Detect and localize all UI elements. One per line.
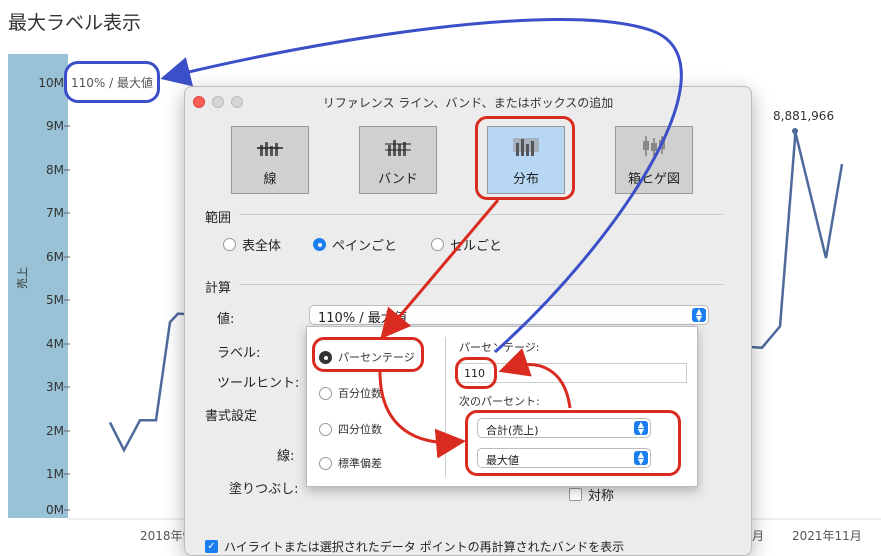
peak-point: [792, 128, 798, 134]
percentage-value-highlight-box: [455, 357, 497, 389]
type-band-button[interactable]: バンド: [359, 126, 437, 194]
of-label: 次のパーセント:: [459, 395, 540, 408]
scope-entire-table[interactable]: 表全体: [223, 235, 281, 254]
checkbox-label: 対称: [588, 489, 615, 504]
x-label: 月: [752, 529, 765, 543]
checkmark-icon: ✓: [205, 540, 218, 553]
band-type-icon: [385, 140, 411, 156]
radio-label: セルごと: [450, 239, 503, 254]
dialog-title: リファレンス ライン、バンド、またはボックスの追加: [322, 95, 614, 110]
scope-per-cell[interactable]: セルごと: [431, 235, 502, 254]
type-boxplot-button[interactable]: 箱ヒゲ図: [615, 126, 693, 194]
scope-heading: 範囲: [205, 211, 232, 226]
radio-icon: [319, 422, 332, 436]
checkbox-label: ハイライトまたは選択されたデータ ポイントの再計算されたバンドを表示: [224, 540, 625, 554]
radio-icon: [223, 238, 236, 251]
minimize-window-button[interactable]: [212, 96, 224, 108]
distribution-highlight-box: [475, 116, 575, 200]
percentage-option-highlight-box: [312, 337, 424, 372]
boxplot-type-icon: [643, 136, 665, 156]
value-label: 値:: [217, 312, 235, 327]
line-format-label: 線:: [277, 449, 295, 464]
reference-line-label: 110% / 最大値: [64, 61, 160, 103]
radio-icon: [431, 238, 444, 251]
value-select-text: 110% / 最大値: [318, 311, 407, 326]
chevron-updown-icon: ▲ ▼: [692, 308, 706, 323]
popup-divider: [445, 337, 446, 477]
close-window-button[interactable]: [193, 96, 205, 108]
radio-icon: [319, 456, 332, 470]
value-select[interactable]: 110% / 最大値 ▲ ▼: [309, 305, 709, 326]
y-tick-marks: [64, 82, 70, 511]
highlight-recalc-checkbox[interactable]: ✓ ハイライトまたは選択されたデータ ポイントの再計算されたバンドを表示: [205, 538, 624, 555]
of-selects-highlight-box: [465, 410, 681, 476]
tooltip-label: ツールヒント:: [217, 376, 300, 391]
radio-label: 四分位数: [338, 423, 382, 436]
radio-label: 表全体: [242, 239, 282, 254]
type-label: 箱ヒゲ図: [627, 172, 680, 187]
radio-label: ペインごと: [332, 239, 398, 254]
line-type-icon: [257, 142, 283, 156]
type-line-button[interactable]: 線: [231, 126, 309, 194]
separator: [239, 214, 723, 215]
peak-value-label: 8,881,966: [773, 109, 835, 123]
label-label: ラベル:: [217, 346, 261, 361]
radio-label: 標準偏差: [338, 457, 382, 470]
scope-per-pane[interactable]: ペインごと: [313, 235, 397, 254]
option-quartile[interactable]: 四分位数: [319, 421, 382, 437]
dialog-titlebar: リファレンス ライン、バンド、またはボックスの追加: [185, 87, 751, 117]
separator: [239, 284, 723, 285]
type-label: バンド: [378, 172, 418, 187]
zoom-window-button[interactable]: [231, 96, 243, 108]
type-label: 線: [263, 172, 277, 187]
radio-selected-icon: [313, 238, 326, 251]
radio-label: 百分位数: [338, 387, 382, 400]
option-percentile[interactable]: 百分位数: [319, 385, 382, 401]
x-label: 2018年9: [140, 529, 191, 543]
symmetric-checkbox[interactable]: 対称: [569, 485, 614, 504]
calc-heading: 計算: [205, 281, 232, 296]
percentage-label: パーセンテージ:: [459, 341, 540, 354]
format-heading: 書式設定: [205, 409, 258, 424]
option-std-dev[interactable]: 標準偏差: [319, 455, 382, 471]
checkbox-icon: [569, 488, 582, 501]
fill-format-label: 塗りつぶし:: [229, 482, 299, 497]
radio-icon: [319, 386, 332, 400]
x-label: 2021年11月: [792, 529, 862, 543]
